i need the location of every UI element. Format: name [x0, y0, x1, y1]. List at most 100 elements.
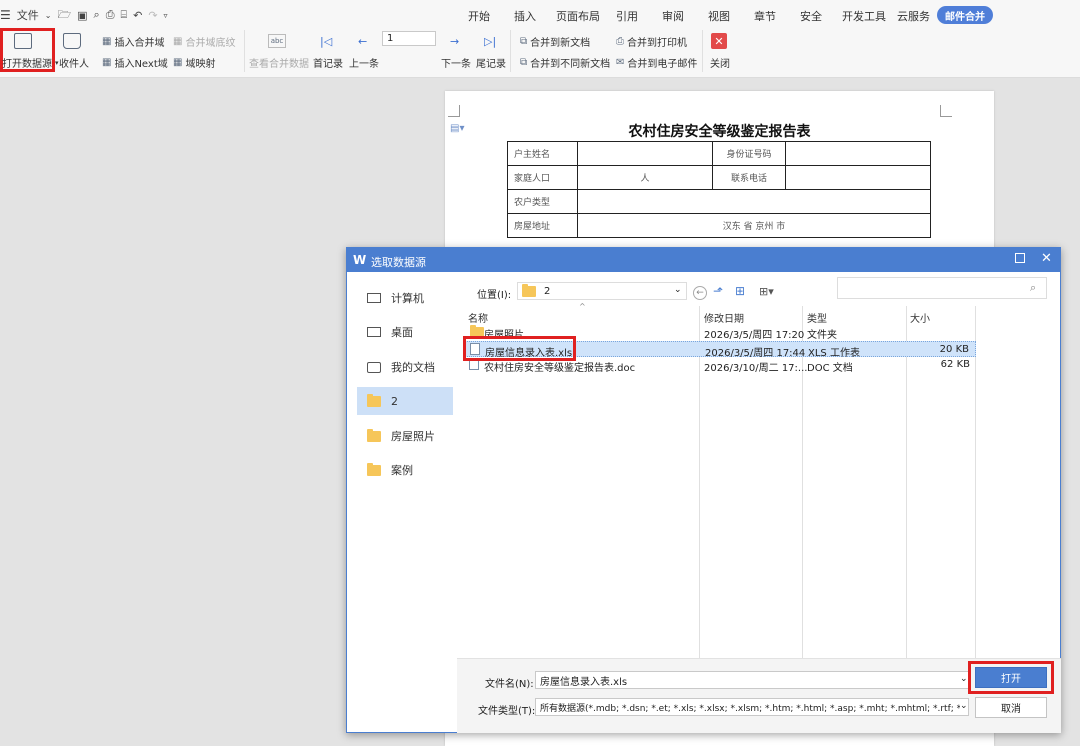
highlight-fields-button[interactable]: ▦ 合并域底纹: [173, 34, 235, 49]
file-size: 62 KB: [940, 359, 970, 370]
tab-page-layout[interactable]: 页面布局: [556, 8, 600, 24]
tab-references[interactable]: 引用: [616, 8, 638, 24]
sort-arrow-icon: ^: [579, 302, 586, 311]
insert-merge-field-button[interactable]: ▦ 插入合并域: [102, 34, 164, 49]
divider: [244, 30, 245, 72]
next-record-button[interactable]: 下一条: [441, 55, 471, 70]
tab-security[interactable]: 安全: [800, 8, 822, 24]
save-icon[interactable]: ▣: [77, 9, 87, 22]
tab-insert[interactable]: 插入: [514, 8, 536, 24]
wps-logo-icon: W: [353, 253, 367, 267]
dialog-close-icon[interactable]: ✕: [1041, 251, 1052, 266]
tab-review[interactable]: 审阅: [662, 8, 684, 24]
view-merged-button[interactable]: 查看合并数据: [249, 55, 309, 70]
first-record-icon: |◁: [320, 35, 333, 48]
id-number-cell[interactable]: [785, 141, 931, 166]
file-type: DOC 文档: [807, 363, 853, 374]
up-folder-icon[interactable]: ⬏: [713, 284, 723, 298]
data-source-icon: [14, 33, 32, 49]
tab-cloud[interactable]: 云服务: [897, 8, 930, 24]
filename-value: 房屋信息录入表.xls: [540, 676, 628, 688]
select-data-source-dialog: W 选取数据源 ✕ 计算机 桌面 我的文档 2 房屋照片 案例 位置(I): 2…: [346, 247, 1061, 733]
computer-icon: [367, 293, 381, 303]
undo-icon[interactable]: ↶: [133, 9, 142, 22]
folder-icon: [367, 393, 381, 407]
print-preview-icon[interactable]: ⌸: [121, 8, 128, 22]
hamburger-menu-icon[interactable]: ☰: [0, 8, 11, 22]
filename-input[interactable]: 房屋信息录入表.xls ⌄: [535, 671, 969, 689]
tab-view[interactable]: 视图: [708, 8, 730, 24]
household-type-cell[interactable]: [577, 189, 931, 214]
household-type-label: 农户类型: [507, 189, 578, 214]
tab-developer[interactable]: 开发工具: [842, 8, 886, 24]
maximize-icon[interactable]: [1015, 253, 1025, 263]
last-record-icon: ▷|: [484, 35, 497, 48]
family-size-cell[interactable]: 人: [577, 165, 713, 190]
record-number-input[interactable]: 1: [382, 31, 436, 46]
merge-new-doc-button[interactable]: ⧉ 合并到新文档: [520, 34, 590, 49]
field-mapping-label: 域映射: [185, 59, 216, 70]
sidebar-item-label: 2: [391, 394, 398, 408]
filename-label: 文件名(N):: [485, 679, 534, 690]
highlight-fields-label: 合并域底纹: [185, 38, 236, 49]
id-number-label: 身份证号码: [712, 141, 786, 166]
export-icon[interactable]: ⌕: [94, 8, 100, 22]
column-header-size[interactable]: 大小: [910, 310, 930, 325]
desktop-icon: [367, 327, 381, 337]
merge-email-label: 合并到电子邮件: [627, 59, 698, 70]
address-cell[interactable]: 汉东 省 京州 市: [577, 213, 931, 238]
redo-icon[interactable]: ↷: [148, 9, 157, 22]
file-name: 农村住房安全等级鉴定报告表.doc: [484, 363, 636, 374]
sidebar-item-label: 案例: [391, 464, 413, 477]
corner-mark: [940, 105, 952, 117]
sidebar-item-my-documents[interactable]: 我的文档: [357, 353, 453, 381]
next-arrow-icon: →: [450, 35, 460, 48]
view-merged-icon: abc: [268, 34, 286, 48]
merge-printer-button[interactable]: ⎙ 合并到打印机: [616, 34, 687, 49]
open-folder-icon[interactable]: 🗁: [57, 6, 71, 25]
cancel-button[interactable]: 取消: [975, 697, 1047, 718]
sidebar-item-computer[interactable]: 计算机: [357, 284, 453, 312]
tab-chapter[interactable]: 章节: [754, 8, 776, 24]
open-data-source-button[interactable]: 打开数据源 ▾: [2, 55, 59, 71]
owner-name-cell[interactable]: [577, 141, 713, 166]
column-header-name[interactable]: 名称: [468, 310, 488, 325]
chevron-down-icon[interactable]: ⌄: [45, 11, 52, 20]
tab-mail-merge[interactable]: 邮件合并: [937, 6, 993, 24]
file-date: 2026/3/5/周四 17:20: [704, 330, 805, 341]
sidebar-item-house-photos[interactable]: 房屋照片: [357, 422, 453, 450]
column-header-type[interactable]: 类型: [807, 310, 827, 325]
merge-diff-docs-button[interactable]: ⧉ 合并到不同新文档: [520, 55, 610, 70]
location-dropdown[interactable]: 2 ⌄: [517, 282, 687, 300]
insert-next-label: 插入Next域: [114, 59, 168, 70]
last-record-button[interactable]: 尾记录: [476, 55, 506, 70]
filetype-dropdown[interactable]: 所有数据源(*.mdb; *.dsn; *.et; *.xls; *.xlsx;…: [535, 698, 969, 716]
file-size: 20 KB: [939, 344, 969, 355]
customize-icon[interactable]: ▿: [164, 11, 168, 20]
print-icon[interactable]: ⎙: [106, 8, 115, 22]
search-input[interactable]: ⌕: [837, 277, 1047, 299]
close-merge-button[interactable]: 关闭: [710, 55, 730, 70]
new-folder-icon[interactable]: ⊞: [735, 284, 745, 298]
tab-start[interactable]: 开始: [468, 8, 490, 24]
merge-email-button[interactable]: ✉ 合并到电子邮件: [616, 55, 697, 70]
phone-cell[interactable]: [785, 165, 931, 190]
first-record-button[interactable]: 首记录: [313, 55, 343, 70]
file-menu[interactable]: 文件: [17, 7, 39, 23]
sidebar-item-2[interactable]: 2: [357, 387, 453, 415]
view-menu-icon[interactable]: ⊞▾: [759, 285, 774, 298]
insert-next-button[interactable]: ▦ 插入Next域: [102, 55, 168, 70]
back-icon[interactable]: ←: [693, 286, 707, 300]
open-button[interactable]: 打开: [975, 667, 1047, 688]
family-size-label: 家庭人口: [507, 165, 578, 190]
prev-arrow-icon: ←: [358, 35, 368, 48]
location-label: 位置(I):: [477, 290, 512, 301]
field-mapping-button[interactable]: ▦ 域映射: [173, 55, 215, 70]
sidebar-item-cases[interactable]: 案例: [357, 456, 453, 484]
sidebar-item-desktop[interactable]: 桌面: [357, 318, 453, 346]
recipients-button[interactable]: 收件人: [59, 55, 89, 70]
report-table: 户主姓名 身份证号码 家庭人口 人 联系电话 农户类型 房屋地址 汉东 省 京州…: [507, 141, 931, 238]
prev-record-button[interactable]: 上一条: [349, 55, 379, 70]
owner-name-label: 户主姓名: [507, 141, 578, 166]
column-header-date[interactable]: 修改日期: [704, 310, 744, 325]
